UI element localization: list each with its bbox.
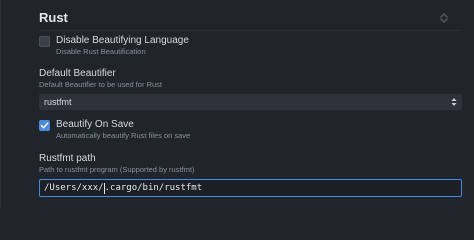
- setting-default-beautifier: Default Beautifier Default Beautifier to…: [39, 67, 462, 110]
- rustfmt-path-value-start: /Users/xxx/: [44, 183, 104, 193]
- disable-beautifying-checkbox[interactable]: [39, 36, 50, 47]
- beautify-on-save-label[interactable]: Beautify On Save: [56, 118, 190, 131]
- section-divider: [39, 30, 460, 31]
- collapse-icon[interactable]: [438, 12, 450, 24]
- rustfmt-path-value-end: .cargo/bin/rustfmt: [104, 183, 203, 193]
- rustfmt-path-label: Rustfmt path: [39, 153, 96, 164]
- setting-disable-beautifying: Disable Beautifying Language Disable Rus…: [39, 34, 189, 57]
- settings-panel: Rust Disable Beautifying Language Disabl…: [0, 0, 474, 208]
- setting-rustfmt-path: Rustfmt path Path to rustfmt program (Su…: [39, 152, 462, 197]
- default-beautifier-select[interactable]: rustfmt: [39, 94, 462, 110]
- beautify-on-save-description: Automatically beautify Rust files on sav…: [56, 131, 191, 140]
- default-beautifier-value: rustfmt: [44, 97, 72, 107]
- disable-beautifying-label[interactable]: Disable Beautifying Language: [56, 34, 189, 47]
- setting-beautify-on-save: Beautify On Save Automatically beautify …: [39, 118, 190, 141]
- rustfmt-path-input[interactable]: /Users/xxx/.cargo/bin/rustfmt: [39, 179, 462, 197]
- default-beautifier-description: Default Beautifier to be used for Rust: [39, 80, 162, 89]
- section-title: Rust: [39, 10, 68, 25]
- disable-beautifying-description: Disable Rust Beautification: [56, 47, 146, 56]
- beautify-on-save-checkbox[interactable]: [39, 120, 50, 131]
- select-arrows-icon: [451, 98, 457, 106]
- rustfmt-path-description: Path to rustfmt program (Supported by ru…: [39, 165, 195, 174]
- checkmark-icon: [40, 122, 49, 129]
- default-beautifier-label: Default Beautifier: [39, 68, 116, 79]
